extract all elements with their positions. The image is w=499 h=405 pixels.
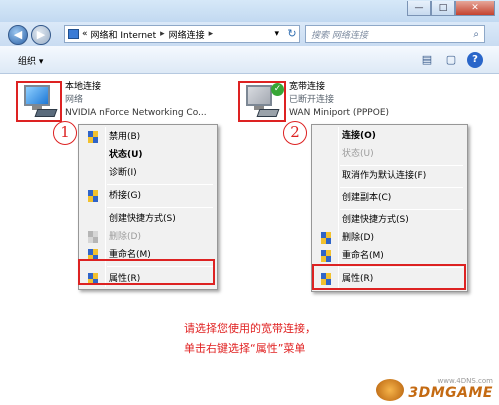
network-adapter-icon bbox=[34, 109, 58, 117]
chevron-right-icon[interactable]: ▸ bbox=[209, 29, 214, 39]
instruction-line-2: 单击右键选择“属性”菜单 bbox=[184, 342, 306, 355]
menu-item-label: 取消作为默认连接(F) bbox=[342, 171, 427, 181]
uac-shield-icon bbox=[321, 232, 332, 244]
gamer-logo-icon bbox=[376, 379, 405, 401]
connections-pane: 本地连接 网络 NVIDIA nForce Networking Co... 1… bbox=[0, 75, 499, 405]
network-folder-icon bbox=[68, 29, 79, 39]
address-bar-row: ◀ ▶ « 网络和 Internet ▸ 网络连接 ▸ ▾ ↻ 搜索 网络连接 … bbox=[0, 22, 499, 46]
menu-item-delete[interactable]: 删除(D) bbox=[81, 228, 215, 246]
connection-name: 宽带连接 bbox=[289, 82, 326, 92]
connection-status: 已断开连接 bbox=[289, 95, 335, 105]
connection-device: WAN Miniport (PPPOE) bbox=[289, 108, 390, 118]
local-connection-item[interactable]: 本地连接 网络 NVIDIA nForce Networking Co... bbox=[65, 81, 207, 120]
menu-item-create-shortcut[interactable]: 创建快捷方式(S) bbox=[314, 211, 465, 229]
uac-shield-icon bbox=[88, 131, 99, 143]
broadband-connection-icon[interactable]: ✓ bbox=[242, 83, 284, 121]
menu-item-label: 创建快捷方式(S) bbox=[342, 215, 409, 225]
checkmark-icon: ✓ bbox=[271, 83, 284, 96]
menu-item-label: 删除(D) bbox=[109, 232, 141, 242]
organize-button[interactable]: 组织 ▾ bbox=[18, 54, 43, 67]
menu-item-label: 状态(U) bbox=[109, 150, 143, 160]
monitor-icon bbox=[246, 85, 272, 106]
broadband-connection-item[interactable]: 宽带连接 已断开连接 WAN Miniport (PPPOE) bbox=[289, 81, 389, 120]
minimize-button[interactable]: — bbox=[407, 1, 431, 16]
network-adapter-icon bbox=[256, 109, 280, 117]
menu-item-create-shortcut[interactable]: 创建快捷方式(S) bbox=[81, 210, 215, 228]
monitor-icon bbox=[24, 85, 50, 106]
toolbar-icons: ▤ ▢ ? bbox=[419, 52, 483, 68]
breadcrumb-network-internet[interactable]: 网络和 Internet bbox=[91, 28, 157, 41]
watermark: www.4DNS.com 3DMGAME bbox=[376, 377, 493, 401]
menu-separator bbox=[340, 209, 463, 210]
search-icon[interactable]: ⌕ bbox=[473, 29, 479, 40]
menu-item-status[interactable]: 状态(U) bbox=[81, 146, 215, 164]
address-dropdown-icon[interactable]: ▾ bbox=[274, 29, 279, 39]
local-connection-icon[interactable] bbox=[20, 83, 60, 121]
menu-separator bbox=[107, 184, 213, 185]
instruction-line-1: 请选择您使用的宽带连接， bbox=[184, 322, 316, 335]
close-button[interactable]: ✕ bbox=[455, 1, 495, 16]
menu-separator bbox=[107, 207, 213, 208]
window-controls: — □ ✕ bbox=[407, 1, 495, 16]
watermark-brand: 3DMGAME bbox=[408, 385, 493, 401]
forward-button[interactable]: ▶ bbox=[31, 25, 51, 45]
menu-item-rename[interactable]: 重命名(M) bbox=[314, 247, 465, 265]
menu-item-label: 重命名(M) bbox=[342, 251, 384, 261]
watermark-site: www.4DNS.com bbox=[437, 377, 493, 385]
uac-shield-icon bbox=[88, 190, 99, 202]
menu-item-diagnose[interactable]: 诊断(I) bbox=[81, 164, 215, 182]
menu-separator bbox=[340, 165, 463, 166]
chevron-right-icon[interactable]: ▸ bbox=[160, 29, 165, 39]
menu-item-delete[interactable]: 删除(D) bbox=[314, 229, 465, 247]
menu-separator bbox=[340, 187, 463, 188]
help-icon[interactable]: ? bbox=[467, 52, 483, 68]
window-titlebar: — □ ✕ bbox=[0, 0, 499, 22]
uac-shield-icon bbox=[88, 231, 99, 243]
highlight-box-properties-2 bbox=[312, 264, 466, 290]
breadcrumb-network-connections[interactable]: 网络连接 bbox=[169, 28, 205, 41]
menu-item-label: 诊断(I) bbox=[109, 168, 137, 178]
connection-status: 网络 bbox=[65, 95, 84, 105]
highlight-box-properties-1 bbox=[78, 259, 215, 285]
menu-item-label: 桥接(G) bbox=[109, 191, 141, 201]
search-input[interactable]: 搜索 网络连接 ⌕ bbox=[305, 25, 485, 43]
refresh-icon[interactable]: ↻ bbox=[284, 25, 300, 43]
instruction-text: 请选择您使用的宽带连接， 单击右键选择“属性”菜单 bbox=[184, 319, 364, 359]
maximize-button[interactable]: □ bbox=[431, 1, 455, 16]
view-options-icon[interactable]: ▤ bbox=[419, 52, 435, 68]
menu-item-connect[interactable]: 连接(O) bbox=[314, 127, 465, 145]
step-marker-2: 2 bbox=[283, 121, 307, 145]
menu-item-label: 禁用(B) bbox=[109, 132, 141, 142]
address-field[interactable]: « 网络和 Internet ▸ 网络连接 ▸ ▾ bbox=[64, 25, 300, 43]
search-placeholder: 搜索 网络连接 bbox=[311, 30, 368, 41]
connection-device: NVIDIA nForce Networking Co... bbox=[65, 108, 207, 118]
menu-item-bridge[interactable]: 桥接(G) bbox=[81, 187, 215, 205]
menu-item-cancel-default[interactable]: 取消作为默认连接(F) bbox=[314, 167, 465, 185]
breadcrumb-prefix[interactable]: « bbox=[82, 29, 88, 39]
menu-item-label: 创建快捷方式(S) bbox=[109, 214, 176, 224]
command-toolbar: 组织 ▾ ▤ ▢ ? bbox=[0, 46, 499, 74]
menu-item-label: 删除(D) bbox=[342, 233, 374, 243]
connection-name: 本地连接 bbox=[65, 82, 102, 92]
menu-item-label: 连接(O) bbox=[342, 131, 376, 141]
preview-pane-icon[interactable]: ▢ bbox=[443, 52, 459, 68]
step-marker-1: 1 bbox=[53, 121, 77, 145]
menu-item-label: 创建副本(C) bbox=[342, 193, 392, 203]
back-button[interactable]: ◀ bbox=[8, 25, 28, 45]
menu-item-status[interactable]: 状态(U) bbox=[314, 145, 465, 163]
uac-shield-icon bbox=[321, 250, 332, 262]
menu-item-disable[interactable]: 禁用(B) bbox=[81, 128, 215, 146]
menu-item-create-copy[interactable]: 创建副本(C) bbox=[314, 189, 465, 207]
menu-item-label: 状态(U) bbox=[342, 149, 374, 159]
